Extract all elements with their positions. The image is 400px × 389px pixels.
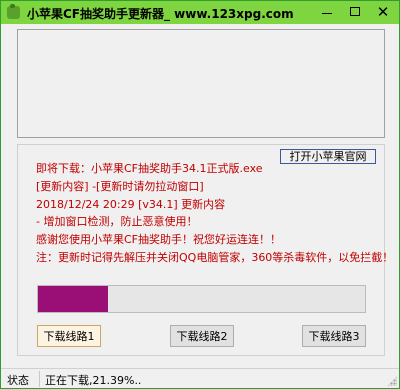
update-content-header: [更新内容] -[更新时请勿拉动窗口] — [36, 180, 204, 193]
minimize-button[interactable] — [313, 1, 341, 22]
download-progress-bar — [37, 285, 366, 313]
log-display-area — [17, 29, 385, 138]
progress-fill — [38, 286, 108, 312]
note-line: 注：更新时记得先解压并关闭QQ电脑管家，360等杀毒软件，以免拦截！ — [36, 251, 394, 264]
apple-app-icon — [7, 4, 20, 19]
status-bar: 状态 正在下载,21.39%.. — [1, 368, 399, 388]
resize-grip-icon[interactable] — [387, 376, 397, 386]
updater-window: 小苹果CF抽奖助手更新器_ www.123xpg.com ✕ 打开小苹果官网 即… — [0, 0, 400, 389]
download-file-line: 即将下载：小苹果CF抽奖助手34.1正式版.exe — [36, 162, 263, 175]
status-label: 状态 — [7, 374, 29, 387]
update-date-line: 2018/12/24 20:29 [v34.1] 更新内容 — [36, 198, 226, 211]
update-info-panel: 打开小苹果官网 即将下载：小苹果CF抽奖助手34.1正式版.exe [更新内容]… — [17, 144, 393, 356]
status-text: 正在下载,21.39%.. — [45, 374, 142, 387]
status-divider — [39, 371, 40, 387]
close-icon: ✕ — [376, 2, 390, 21]
download-line-2-button[interactable]: 下载线路2 — [170, 325, 234, 347]
download-line-3-button[interactable]: 下载线路3 — [302, 325, 366, 347]
download-line-1-button[interactable]: 下载线路1 — [37, 325, 101, 347]
window-title: 小苹果CF抽奖助手更新器_ www.123xpg.com — [27, 7, 294, 21]
minimize-icon — [322, 13, 332, 14]
open-official-site-link[interactable]: 打开小苹果官网 — [280, 149, 376, 164]
close-button[interactable]: ✕ — [369, 1, 397, 22]
title-bar[interactable]: 小苹果CF抽奖助手更新器_ www.123xpg.com ✕ — [1, 1, 399, 24]
maximize-icon — [350, 7, 360, 16]
thanks-line: 感谢您使用小苹果CF抽奖助手！祝您好运连连！！ — [36, 233, 282, 246]
maximize-button[interactable] — [341, 1, 369, 22]
update-item-line: - 增加窗口检测，防止恶意使用！ — [36, 215, 198, 228]
